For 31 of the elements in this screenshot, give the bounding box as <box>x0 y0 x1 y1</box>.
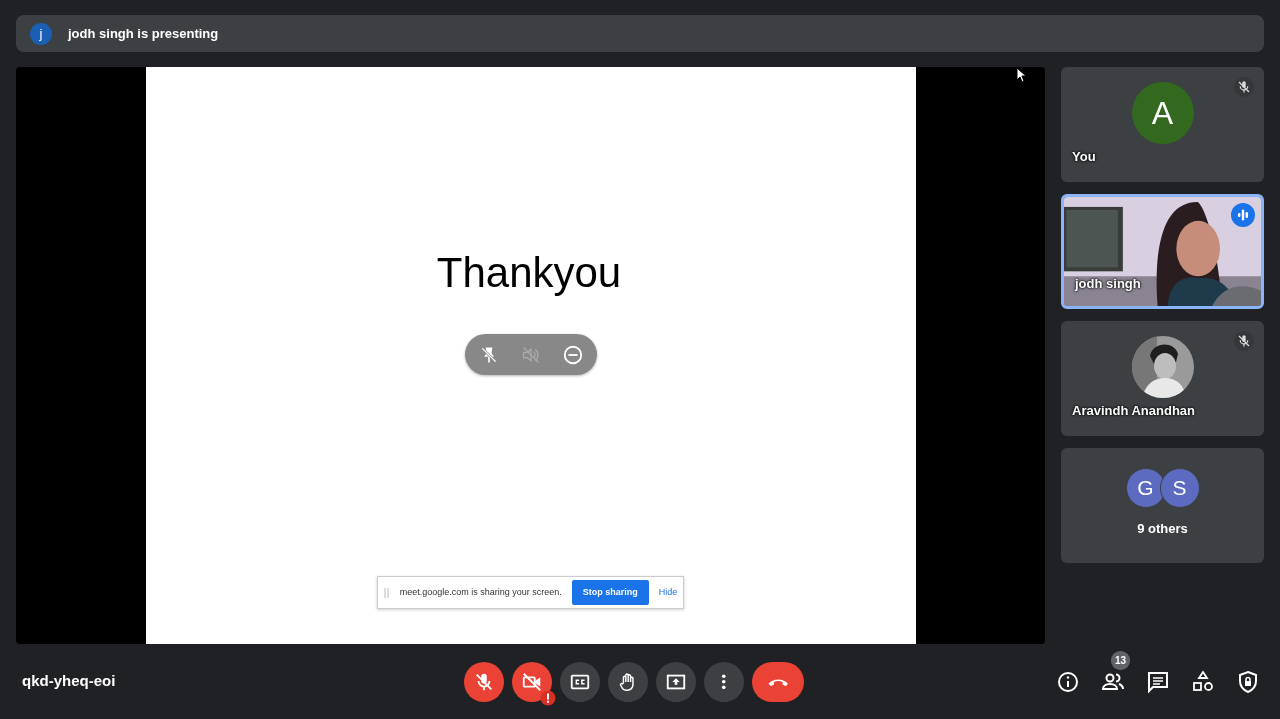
participant-avatar: S <box>1159 468 1200 508</box>
raise-hand-button[interactable] <box>608 661 648 702</box>
participant-name: Aravindh Anandhan <box>1072 401 1196 420</box>
speaking-indicator-icon <box>1231 203 1255 227</box>
slide-title: Thankyou <box>436 250 622 297</box>
speaker-off-icon <box>520 344 541 365</box>
camera-icon <box>521 670 543 693</box>
phone-icon <box>767 676 789 687</box>
presenter-avatar: j <box>30 22 52 45</box>
present-button[interactable] <box>656 661 696 702</box>
meeting-code: qkd-yheq-eoi <box>22 671 117 692</box>
participant-count-badge: 13 <box>1111 650 1131 670</box>
others-count: 9 others <box>1137 520 1188 538</box>
participant-avatar: A <box>1131 82 1194 144</box>
hide-link[interactable]: Hide <box>658 585 678 600</box>
presenter-status: jodh singh is presenting <box>68 24 219 43</box>
captions-button[interactable] <box>560 661 600 702</box>
leave-call-button[interactable] <box>752 661 804 702</box>
more-options-button[interactable] <box>704 661 744 702</box>
microphone-button[interactable] <box>464 661 504 702</box>
participant-name: You <box>1072 147 1096 166</box>
chat-icon <box>1146 669 1170 694</box>
drag-handle-icon[interactable] <box>383 587 390 598</box>
shapes-icon <box>1191 669 1215 694</box>
share-message: meet.google.com is sharing your screen. <box>399 585 562 599</box>
info-icon <box>1056 669 1080 694</box>
more-icon <box>721 673 727 690</box>
participant-name: jodh singh <box>1075 274 1141 293</box>
shield-lock-icon <box>1236 669 1260 694</box>
stop-sharing-button[interactable]: Stop sharing <box>571 579 649 606</box>
minus-circle-icon <box>561 343 584 366</box>
